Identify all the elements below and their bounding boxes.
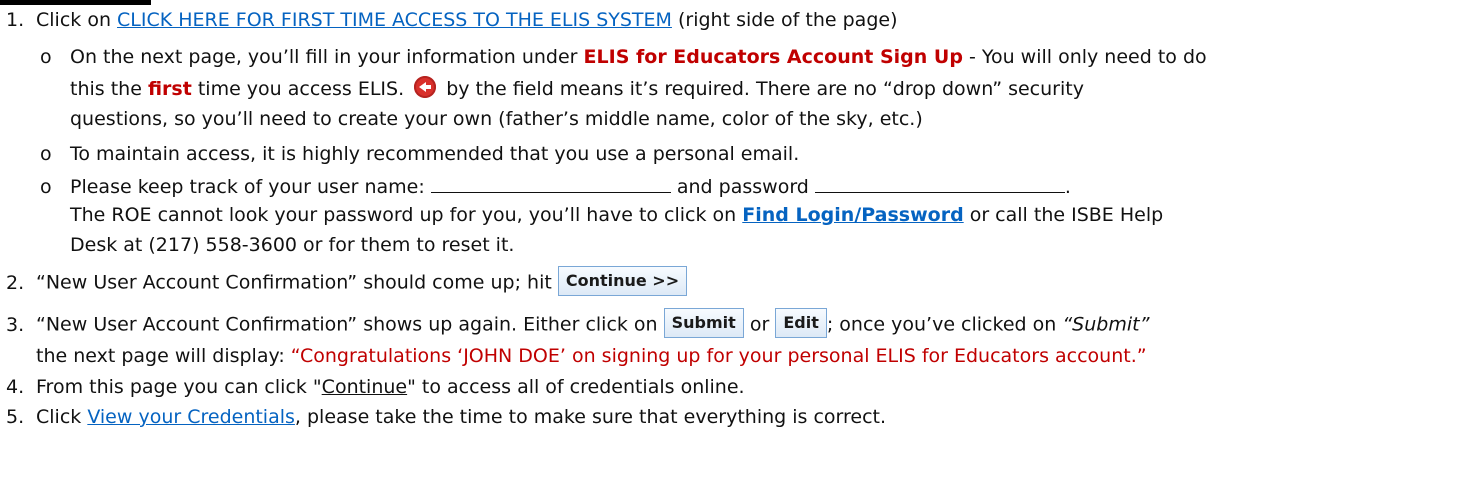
bullet-1-line-1: o On the next page, you’ll fill in your i… [40,45,1207,69]
step-text: (right side of the page) [671,9,898,31]
submit-button[interactable]: Submit [663,308,744,338]
bullet-text: or call the ISBE Help [963,204,1164,226]
step-number: 4. [6,376,25,398]
bullet-2: o To maintain access, it is highly recomm… [40,142,799,166]
step-text: " to access all of credentials online. [407,376,745,398]
bullet-text: The ROE cannot look your password up for… [70,204,743,226]
first-time-access-link[interactable]: CLICK HERE FOR FIRST TIME ACCESS TO THE … [117,9,672,31]
password-blank [814,174,1065,193]
header-rule [0,0,151,5]
step-text: From this page you can click " [36,376,322,398]
step-number: 3. [6,313,25,336]
required-field-icon [414,76,437,98]
bullet-text: this the [70,78,148,100]
view-credentials-link[interactable]: View your Credentials [87,406,295,428]
step-1: 1. Click on CLICK HERE FOR FIRST TIME ACC… [6,8,897,32]
bullet-text: On the next page, you’ll fill in your in… [70,46,584,68]
bullet-text: time you access ELIS. [191,78,411,100]
step-text: , please take the time to make sure that… [294,406,887,428]
step-text: the next page will display: [36,345,291,367]
username-blank [430,174,671,193]
bullet-text: and password [670,176,815,198]
edit-button[interactable]: Edit [775,308,827,338]
step-3-line-2: the next page will display: “Congratulat… [36,344,1147,368]
step-number: 5. [6,406,25,428]
bullet-text: To maintain access, it is highly recomme… [70,143,800,165]
bullet-text: by the field means it’s required. There … [440,78,1084,100]
bullet-3-line-1: o Please keep track of your user name: an… [40,174,1071,199]
step-2: 2. “New User Account Confirmation” should… [6,266,688,296]
step-3-line-1: 3. “New User Account Confirmation” shows … [6,308,1150,338]
bullet-text: . [1064,176,1071,198]
bullet-1-line-2: this the first time you access ELIS. by … [70,76,1084,101]
submit-emphasis: “Submit” [1062,313,1150,336]
bullet-text: Desk at (217) 558-3600 or for them to re… [70,234,515,256]
bullet-marker: o [40,143,52,165]
step-4: 4. From this page you can click "Continue… [6,375,745,399]
bullet-3-line-3: Desk at (217) 558-3600 or for them to re… [70,233,514,257]
step-text: “New User Account Confirmation” shows up… [36,313,664,336]
step-text: Click on [36,9,118,31]
step-text: ; once you’ve clicked on [826,313,1063,336]
sign-up-heading-ref: ELIS for Educators Account Sign Up [583,46,963,68]
continue-button[interactable]: Continue >> [557,266,688,296]
bullet-text: Please keep track of your user name: [70,176,431,198]
step-5: 5. Click View your Credentials, please ta… [6,405,886,429]
bullet-text: questions, so you’ll need to create your… [70,108,923,130]
step-text: or [743,313,776,336]
continue-link-text: Continue [321,376,408,398]
first-emphasis: first [147,78,192,100]
find-login-password-link[interactable]: Find Login/Password [742,204,963,226]
step-text: “New User Account Confirmation” should c… [36,271,558,294]
bullet-marker: o [40,46,52,68]
bullet-3-line-2: The ROE cannot look your password up for… [70,203,1163,227]
congratulations-message: “Congratulations ‘JOHN DOE’ on signing u… [290,345,1147,367]
bullet-text: - You will only need to do [962,46,1207,68]
step-number: 1. [6,9,25,31]
bullet-marker: o [40,176,52,198]
step-number: 2. [6,271,25,294]
step-text: Click [36,406,88,428]
bullet-1-line-3: questions, so you’ll need to create your… [70,107,923,131]
